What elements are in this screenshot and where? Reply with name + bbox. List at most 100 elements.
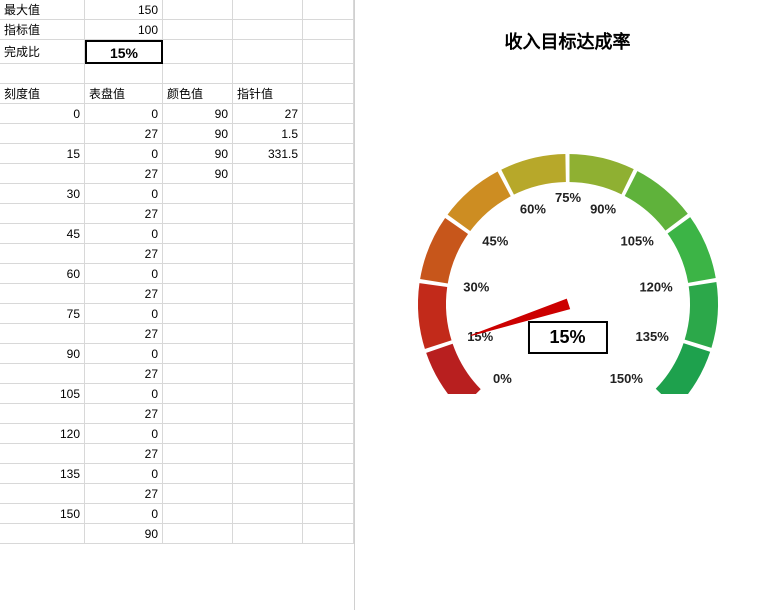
data-cell[interactable]: 120 [0,424,85,444]
data-cell[interactable] [0,164,85,184]
data-cell[interactable] [163,184,233,204]
value-max[interactable]: 150 [85,0,163,20]
gauge-arc-segment [684,281,717,348]
data-cell[interactable] [0,244,85,264]
data-cell[interactable] [163,344,233,364]
data-cell[interactable]: 27 [85,484,163,504]
data-cell[interactable] [163,504,233,524]
data-cell[interactable] [0,204,85,224]
data-cell[interactable]: 0 [85,384,163,404]
data-cell[interactable]: 27 [85,204,163,224]
data-cell[interactable] [163,364,233,384]
data-cell[interactable] [0,284,85,304]
data-cell[interactable]: 27 [85,324,163,344]
data-cell[interactable]: 30 [0,184,85,204]
data-cell[interactable]: 331.5 [233,144,303,164]
data-cell[interactable] [233,284,303,304]
data-cell[interactable] [233,424,303,444]
data-cell[interactable] [233,244,303,264]
data-cell[interactable]: 27 [85,404,163,424]
data-cell[interactable] [163,204,233,224]
label-max: 最大值 [0,0,85,20]
data-cell[interactable] [0,404,85,424]
gauge-tick-label: 30% [463,279,489,294]
data-cell[interactable] [0,524,85,544]
data-cell[interactable]: 15 [0,144,85,164]
gauge-arc-segment [568,154,634,194]
data-cell[interactable]: 90 [163,144,233,164]
data-cell[interactable] [233,444,303,464]
data-cell[interactable]: 27 [85,364,163,384]
data-cell[interactable]: 135 [0,464,85,484]
data-cell[interactable] [233,224,303,244]
data-cell[interactable]: 0 [85,424,163,444]
data-cell[interactable]: 60 [0,264,85,284]
data-cell[interactable]: 0 [85,464,163,484]
data-cell[interactable]: 75 [0,304,85,324]
data-cell[interactable] [163,244,233,264]
data-cell[interactable]: 0 [85,224,163,244]
data-cell[interactable]: 0 [85,184,163,204]
data-cell[interactable] [163,224,233,244]
data-cell[interactable] [163,424,233,444]
data-cell[interactable]: 27 [85,124,163,144]
data-cell[interactable] [163,304,233,324]
data-cell[interactable] [233,324,303,344]
data-cell[interactable] [233,164,303,184]
data-cell[interactable]: 90 [163,104,233,124]
data-cell[interactable]: 105 [0,384,85,404]
data-cell[interactable] [233,264,303,284]
data-cell[interactable] [163,284,233,304]
data-cell[interactable] [233,504,303,524]
data-cell[interactable]: 0 [85,304,163,324]
data-cell[interactable]: 90 [0,344,85,364]
data-cell[interactable] [163,484,233,504]
data-cell[interactable]: 150 [0,504,85,524]
data-cell[interactable] [163,324,233,344]
column-header: 表盘值 [85,84,163,104]
data-cell[interactable]: 90 [163,124,233,144]
data-cell[interactable]: 0 [85,504,163,524]
data-cell[interactable] [0,444,85,464]
data-cell[interactable]: 0 [85,264,163,284]
data-cell[interactable] [0,324,85,344]
data-cell[interactable]: 27 [233,104,303,124]
data-cell[interactable] [0,484,85,504]
gauge-tick-label: 60% [519,202,545,217]
data-cell[interactable] [233,304,303,324]
data-cell[interactable] [163,444,233,464]
data-cell[interactable] [233,344,303,364]
data-cell[interactable]: 27 [85,244,163,264]
data-cell[interactable] [233,524,303,544]
data-cell[interactable] [233,364,303,384]
data-cell[interactable]: 27 [85,284,163,304]
data-cell[interactable] [163,384,233,404]
data-cell[interactable] [0,124,85,144]
data-cell[interactable] [163,264,233,284]
data-cell[interactable] [233,404,303,424]
data-cell[interactable] [233,184,303,204]
chart-panel: 收入目标达成率 0%15%30%45%60%75%90%105%120%135%… [355,0,780,610]
data-cell[interactable]: 45 [0,224,85,244]
data-cell[interactable]: 27 [85,164,163,184]
gauge-arc-segment [655,342,710,394]
value-target[interactable]: 100 [85,20,163,40]
data-cell[interactable]: 90 [85,524,163,544]
data-cell[interactable]: 0 [85,344,163,364]
data-cell[interactable] [233,204,303,224]
data-cell[interactable] [163,464,233,484]
data-cell[interactable]: 90 [163,164,233,184]
data-cell[interactable] [163,404,233,424]
data-cell[interactable]: 0 [0,104,85,124]
data-cell[interactable] [0,364,85,384]
data-cell[interactable] [233,484,303,504]
data-cell[interactable]: 0 [85,104,163,124]
data-cell[interactable] [233,384,303,404]
data-cell[interactable]: 0 [85,144,163,164]
data-cell[interactable]: 1.5 [233,124,303,144]
gauge-tick-label: 0% [493,371,512,386]
data-cell[interactable]: 27 [85,444,163,464]
data-cell[interactable] [233,464,303,484]
completion-dropdown[interactable]: 15% ▼ [85,40,163,64]
data-cell[interactable] [163,524,233,544]
